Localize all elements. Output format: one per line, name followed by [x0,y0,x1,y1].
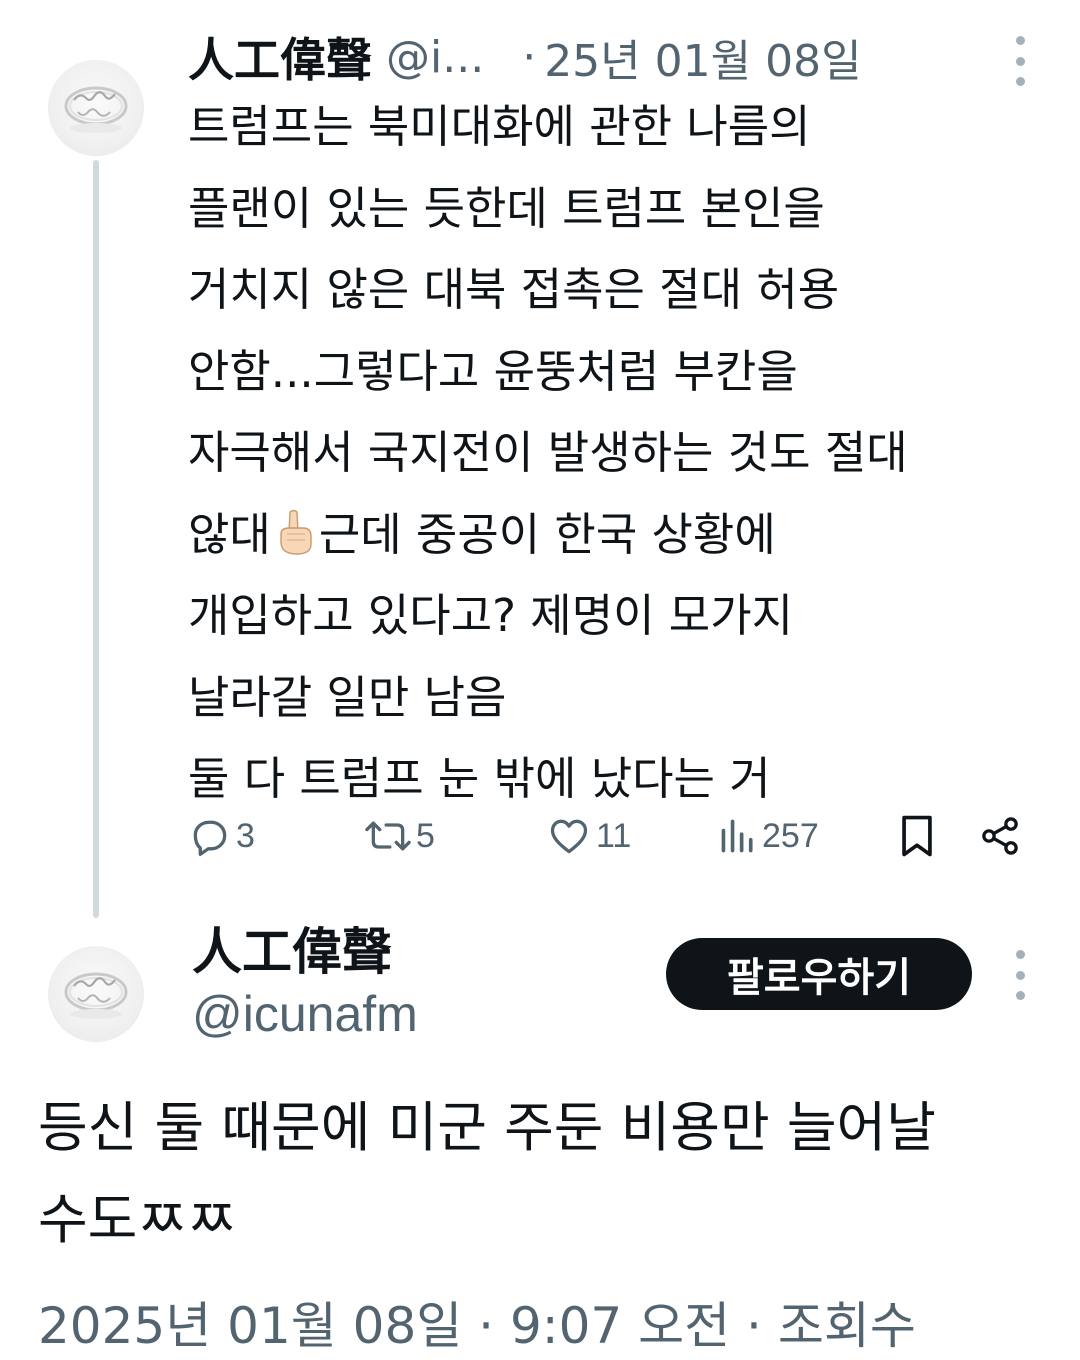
tweet-line: 거치지 않은 대북 접촉은 절대 허용 [188,263,840,316]
retweet-button[interactable]: 5 [364,806,435,866]
retweet-icon [365,821,411,851]
tweet-line: 안함...그렇다고 윤뚱처럼 부칸을 [188,344,798,398]
separator-dot: · [522,31,537,83]
heart-icon [550,819,588,854]
avatar[interactable] [48,946,144,1042]
tweet-text-fragment: 않대 [188,507,271,561]
avatar-ring-image [64,972,128,1019]
thread-line [93,160,99,918]
share-icon [982,817,1018,855]
tweet2-text: 등신 둘 때문에 미군 주둔 비용만 늘어날 수도ㅉㅉ [38,1082,1058,1266]
like-count: 11 [596,816,632,855]
reply-button[interactable]: 3 [188,806,255,866]
action-bar: 3 5 11 257 [0,806,1080,866]
views-button[interactable]: 257 [718,806,819,866]
tweet-text-fragment: 근데 중공이 한국 상황에 [318,507,776,561]
author-handle[interactable]: @icunafm [192,985,418,1043]
more-vertical-icon[interactable] [1010,36,1030,86]
tweet1-text: 트럼프는 북미대화에 관한 나름의 플랜이 있는 듯한데 트럼프 본인을 거치지… [188,86,1058,820]
tweet-line: 등신 둘 때문에 미군 주둔 비용만 늘어날 [38,1096,936,1159]
tweet1-header: 人工偉聲 @i... · 25년 01월 08일 [188,22,862,92]
bookmark-button[interactable] [896,806,938,866]
tweet-line: 날라갈 일만 남음 [188,670,507,724]
tweet-line: 개입하고 있다고? 제명이 모가지 [188,589,793,642]
tweet-line: 트럼프는 북미대화에 관한 나름의 [188,100,811,153]
reply-count: 3 [236,816,255,855]
follow-button[interactable]: 팔로우하기 [666,938,972,1010]
tweet-date[interactable]: 25년 01월 08일 [544,25,861,89]
avatar[interactable] [48,60,144,156]
author-name[interactable]: 人工偉聲 [188,24,372,90]
avatar-ring-image [64,86,128,133]
like-button[interactable]: 11 [546,806,631,866]
reply-icon [193,820,227,856]
share-button[interactable] [978,806,1022,866]
view-count: 257 [762,816,819,855]
retweet-count: 5 [416,816,435,855]
tweet-line: 플랜이 있는 듯한데 트럼프 본인을 [188,181,825,235]
author-name[interactable]: 人工偉聲 [192,912,392,984]
author-handle[interactable]: @i... [386,32,484,83]
more-vertical-icon[interactable] [1010,950,1030,1000]
pointing-up-emoji [280,509,312,555]
bookmark-icon [902,815,932,857]
views-icon [721,819,753,853]
tweet-line-with-emoji: 않대 근데 중공이 한국 상황에 [188,494,1058,576]
tweet-line: 수도ㅉㅉ [38,1188,237,1251]
tweet-meta: 2025년 01월 08일 · 9:07 오전 · 조회수 [38,1297,916,1355]
tweet-line: 자극해서 국지전이 발생하는 것도 절대 [188,426,908,479]
